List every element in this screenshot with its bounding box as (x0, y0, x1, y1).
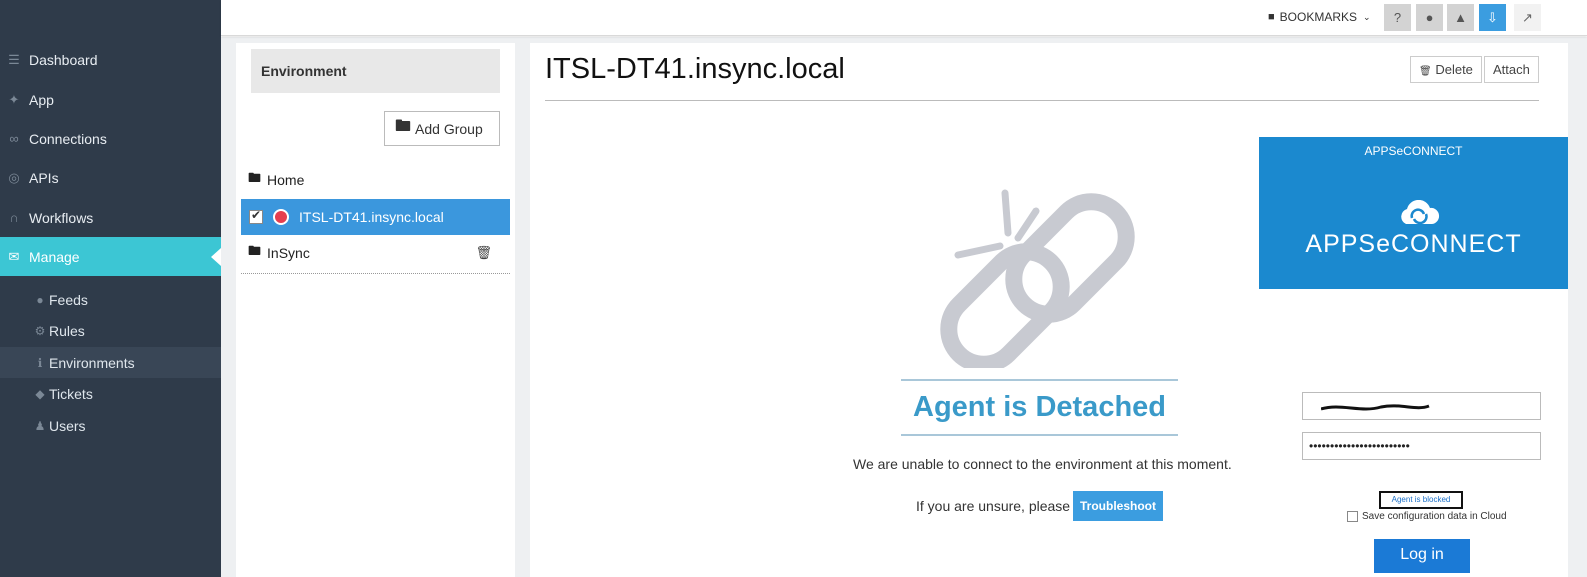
user-icon: ♟ (34, 418, 46, 433)
nav-item-connections[interactable]: ∞ Connections (0, 119, 221, 158)
sub-item-feeds[interactable]: ● Feeds (0, 284, 221, 315)
nav-item-dashboard[interactable]: ☰ Dashboard (0, 40, 221, 79)
bookmark-icon: ■ (1268, 11, 1275, 23)
checkbox[interactable] (1347, 511, 1358, 522)
nav-item-label: Workflows (29, 209, 94, 226)
tree-item-label: Home (267, 172, 305, 188)
nav-item-apis[interactable]: ◎ APIs (0, 158, 221, 197)
checkbox[interactable] (249, 208, 263, 224)
appseconnect-banner: APPSeCONNECT APPSeCONNECT (1259, 137, 1568, 289)
delete-label: Delete (1435, 62, 1473, 77)
link-icon: ∞ (9, 131, 19, 146)
gear-icon: ⚙ (34, 323, 46, 338)
sub-item-label: Users (49, 417, 86, 434)
info-icon: ℹ (37, 355, 43, 370)
folder-add-icon: 🖿 (395, 118, 412, 135)
messages-button[interactable]: ● (1416, 4, 1443, 31)
password-field[interactable]: •••••••••••••••••••••••• (1302, 432, 1541, 460)
download-button[interactable]: ⇩ (1479, 4, 1506, 31)
bookmarks-dropdown[interactable]: ■ BOOKMARKS ⌄ (1268, 10, 1371, 24)
agent-blocked-link[interactable]: Agent is blocked (1379, 491, 1463, 509)
login-button[interactable]: Log in (1374, 539, 1470, 573)
sub-item-tickets[interactable]: ◆ Tickets (0, 378, 221, 409)
nav-item-label: App (29, 91, 54, 108)
cloud-logo-icon (1401, 200, 1440, 225)
status-title: Agent is Detached (901, 379, 1178, 436)
email-field[interactable] (1302, 392, 1541, 420)
folder-icon: 🖿 (248, 170, 262, 185)
environment-panel: Environment 🖿 Add Group 🖿 Home ITSL-DT41… (236, 43, 515, 577)
chevron-down-icon: ⌄ (1363, 11, 1371, 22)
sub-item-environments[interactable]: ℹ Environments (0, 347, 221, 378)
sub-item-label: Tickets (49, 385, 93, 402)
logo-text: APPSeCONNECT (1305, 230, 1522, 258)
help-button[interactable]: ? (1384, 4, 1411, 31)
troubleshoot-button[interactable]: Troubleshoot (1073, 491, 1163, 521)
nav-item-label: Dashboard (29, 51, 98, 68)
chat-bubble-icon: ● (1425, 10, 1434, 25)
globe-icon: ◎ (8, 169, 20, 185)
expand-icon: ↗ (1522, 10, 1533, 25)
sub-item-label: Feeds (49, 291, 88, 308)
nav-item-workflows[interactable]: ∩ Workflows (0, 198, 221, 237)
folder-icon: 🖿 (248, 243, 262, 258)
question-icon: ? (1393, 10, 1402, 25)
bookmarks-label: BOOKMARKS (1279, 10, 1358, 24)
save-config-label: Save configuration data in Cloud (1362, 511, 1507, 522)
ticket-icon: ◆ (35, 386, 45, 401)
page-title: ITSL-DT41.insync.local (545, 53, 845, 85)
status-message: We are unable to connect to the environm… (853, 456, 1232, 472)
add-group-label: Add Group (415, 120, 483, 137)
add-group-button[interactable]: 🖿 Add Group (384, 111, 500, 146)
tree-item-label: InSync (267, 245, 310, 261)
tree-item-home[interactable]: 🖿 Home (241, 162, 510, 198)
banner-title: APPSeCONNECT (1364, 144, 1463, 158)
fullscreen-button[interactable]: ↗ (1514, 4, 1541, 31)
download-icon: ⇩ (1487, 10, 1498, 25)
unsure-text: If you are unsure, please (916, 498, 1071, 514)
trash-icon[interactable]: 🗑 (475, 245, 492, 261)
title-divider (545, 100, 1539, 101)
redaction-scribble (1321, 404, 1430, 411)
delete-button[interactable]: 🗑 Delete (1410, 56, 1482, 83)
database-icon: ☰ (8, 51, 20, 67)
plug-icon: ✦ (8, 91, 20, 107)
sub-item-label: Environments (49, 354, 135, 371)
save-config-checkbox[interactable]: Save configuration data in Cloud (1347, 511, 1507, 522)
attach-button[interactable]: Attach (1484, 56, 1539, 83)
sub-item-rules[interactable]: ⚙ Rules (0, 315, 221, 346)
broken-link-icon (940, 189, 1135, 368)
tree-item-environment[interactable]: ITSL-DT41.insync.local (241, 199, 510, 235)
nav-item-label: APIs (29, 169, 59, 186)
chat-icon: ✉ (8, 248, 20, 264)
notifications-button[interactable]: ▲ (1447, 4, 1474, 31)
tree-item-label: ITSL-DT41.insync.local (299, 209, 444, 225)
bell-icon: ▲ (1454, 10, 1467, 25)
status-dot-icon (273, 209, 289, 225)
top-bar (221, 0, 1587, 36)
divider (241, 273, 510, 274)
sub-item-label: Rules (49, 322, 85, 339)
environment-header: Environment (251, 49, 500, 93)
trash-icon: 🗑 (1419, 66, 1432, 77)
sidebar: ☰ Dashboard ✦ App ∞ Connections ◎ APIs ∩… (0, 0, 221, 577)
nav-item-label: Manage (29, 248, 80, 265)
workflow-icon: ∩ (9, 210, 19, 225)
tree-item-insync[interactable]: 🖿 InSync 🗑 (241, 235, 510, 271)
nav-item-manage[interactable]: ✉ Manage (0, 237, 221, 276)
sub-item-users[interactable]: ♟ Users (0, 410, 221, 441)
nav-item-app[interactable]: ✦ App (0, 80, 221, 119)
nav-item-label: Connections (29, 130, 107, 147)
comments-icon: ● (36, 292, 44, 307)
attach-label: Attach (1493, 62, 1530, 77)
